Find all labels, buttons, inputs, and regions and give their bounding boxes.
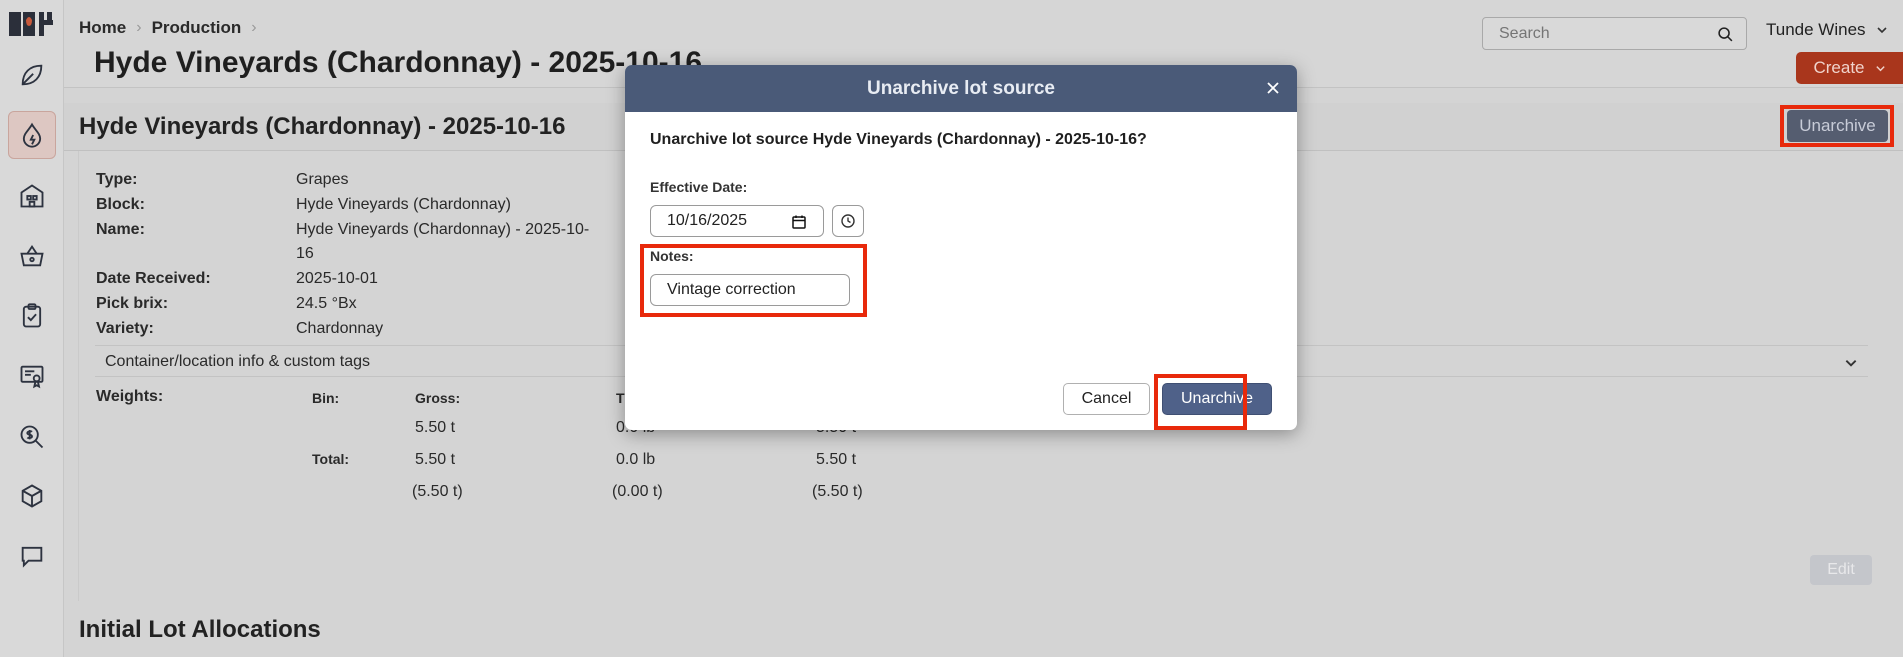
weights-row-gross: 5.50 t [415,419,456,436]
weights-gross-header: Gross: [415,390,461,406]
modal-close-button[interactable] [1263,78,1283,98]
detail-label-type: Type: [96,171,138,188]
nav-item-chat[interactable] [8,532,56,580]
nav-item-box[interactable] [8,472,56,520]
nav-item-certificate[interactable] [8,352,56,400]
nav-item-basket[interactable] [8,232,56,280]
detail-label-date-received: Date Received: [96,270,211,287]
nav-item-drop[interactable] [8,111,56,159]
box-icon [21,484,43,508]
breadcrumb-home[interactable]: Home [79,18,126,38]
detail-value-name-cont: 16 [296,245,314,262]
weights-total-alt-tare: (0.00 t) [612,483,663,500]
account-menu[interactable]: Tunde Wines [1766,20,1888,40]
basket-icon [20,244,44,267]
cancel-button[interactable]: Cancel [1063,383,1150,415]
modal-title: Unarchive lot source [867,77,1055,99]
drop-icon [22,122,42,148]
search-input[interactable] [1483,18,1703,49]
nav-item-clipboard[interactable] [8,292,56,340]
chevron-right-icon: › [136,19,142,36]
effective-date-label: Effective Date: [650,179,748,195]
weights-total-tare: 0.0 lb [616,451,656,468]
weights-bin-header: Bin: [312,390,340,406]
chat-icon [21,546,43,568]
breadcrumb-production[interactable]: Production [152,18,242,38]
app-logo-icon[interactable] [9,10,57,40]
card-title: Hyde Vineyards (Chardonnay) - 2025-10-16 [79,113,566,140]
detail-label-pick-brix: Pick brix: [96,295,169,312]
clipboard-check-icon [22,303,42,328]
detail-label-name: Name: [96,221,145,238]
nav-item-search-dollar[interactable] [8,413,56,461]
close-icon [1267,82,1279,94]
detail-value-block: Hyde Vineyards (Chardonnay) [296,196,511,213]
weights-label: Weights: [96,388,164,405]
detail-value-type: Grapes [296,171,349,188]
search-box[interactable] [1482,17,1747,50]
effective-date-value: 10/16/2025 [667,212,748,229]
nav-item-leaf[interactable] [8,51,56,99]
modal-header: Unarchive lot source [625,65,1297,112]
sidebar [0,0,64,657]
edit-button[interactable]: Edit [1810,555,1872,585]
page-title: Hyde Vineyards (Chardonnay) - 2025-10-16 [94,46,703,79]
calendar-icon[interactable] [791,214,807,230]
weights-total-gross: 5.50 t [415,451,456,468]
highlight-notes-field [640,244,867,317]
accordion-label: Container/location info & custom tags [105,353,371,370]
create-button-label: Create [1813,58,1865,77]
chevron-down-icon [1876,27,1887,34]
highlight-confirm-button [1154,374,1247,430]
weights-total-alt-net: (5.50 t) [812,483,863,500]
search-dollar-icon [20,425,44,449]
search-icon[interactable] [1717,26,1734,43]
create-button[interactable]: Create [1796,52,1903,84]
detail-value-pick-brix: 24.5 °Bx [296,295,357,312]
detail-value-date-received: 2025-10-01 [296,270,378,287]
detail-value-name: Hyde Vineyards (Chardonnay) - 2025-10- [296,221,590,238]
detail-label-block: Block: [96,196,145,213]
nav-item-building[interactable] [8,172,56,220]
effective-date-input[interactable]: 10/16/2025 [650,205,824,237]
weights-tare-header: T [616,390,625,406]
chevron-down-icon [1845,360,1857,367]
leaf-icon [21,64,43,86]
modal-question: Unarchive lot source Hyde Vineyards (Cha… [650,131,1147,148]
weights-total-alt-gross: (5.50 t) [412,483,463,500]
certificate-icon [20,365,44,389]
set-time-button[interactable] [832,205,864,237]
detail-value-variety: Chardonnay [296,320,384,337]
initial-lot-allocations-title: Initial Lot Allocations [79,616,321,643]
account-name: Tunde Wines [1766,20,1866,39]
weights-total-label: Total: [312,451,350,467]
building-icon [20,184,44,208]
chevron-down-icon [1875,65,1885,71]
weights-total-net: 5.50 t [816,451,857,468]
highlight-unarchive-button [1780,105,1894,147]
chevron-right-icon: › [251,19,257,36]
clock-icon [841,214,855,228]
breadcrumb: Home › Production › [79,18,257,38]
detail-label-variety: Variety: [96,320,154,337]
